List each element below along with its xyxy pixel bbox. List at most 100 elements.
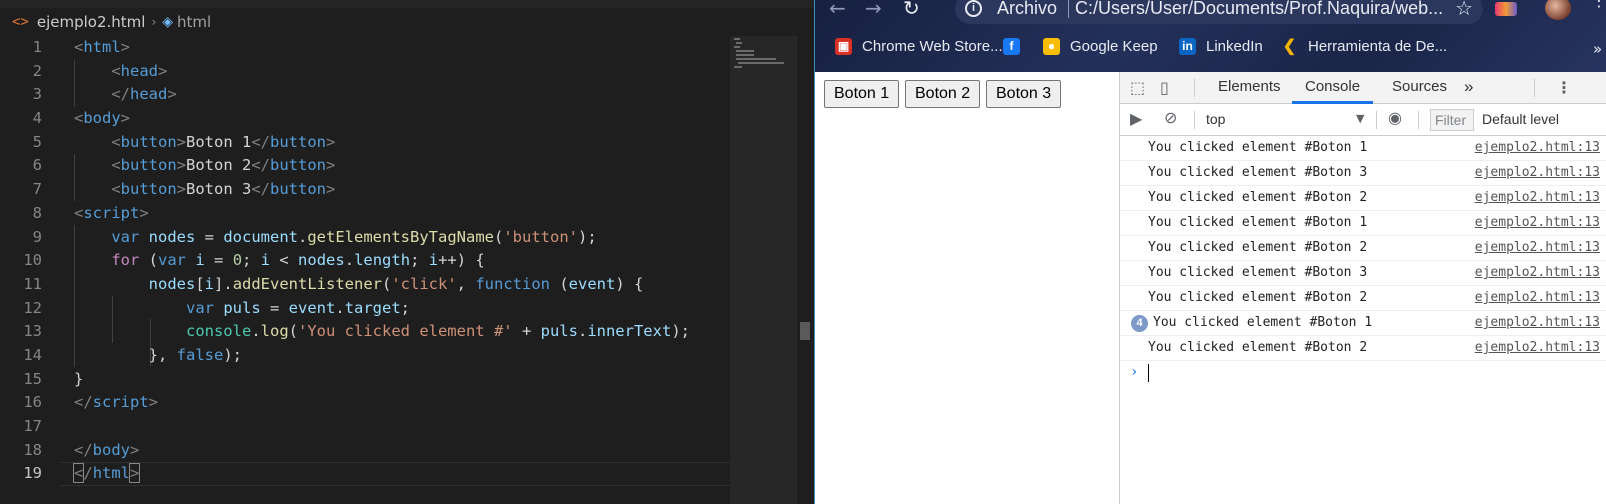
more-tabs-icon[interactable]: » (1464, 72, 1473, 104)
line-number: 8 (32, 203, 42, 222)
info-icon[interactable]: i (965, 0, 982, 17)
symbol-cube-icon: ◈ (162, 14, 174, 30)
divider (1418, 111, 1419, 129)
devtools-menu-icon[interactable]: ⋮ (1556, 78, 1572, 97)
line-number: 17 (23, 417, 42, 435)
reload-icon[interactable]: ↻ (903, 0, 920, 20)
message-text: You clicked element #Boton 3 (1148, 165, 1368, 180)
line-number: 6 (32, 156, 42, 175)
divider (1194, 79, 1195, 97)
editor-scrollbar[interactable] (796, 36, 814, 504)
forward-icon[interactable]: → (865, 0, 882, 20)
message-text: You clicked element #Boton 1 (1148, 140, 1368, 155)
page-viewport: Boton 1 Boton 2 Boton 3 (815, 72, 1119, 504)
message-text: You clicked element #Boton 2 (1148, 290, 1368, 305)
boton-3-button[interactable]: Boton 3 (986, 80, 1062, 108)
message-text: You clicked element #Boton 1 (1148, 215, 1368, 230)
kebab-menu-icon[interactable]: ⋮ (1591, 0, 1606, 9)
source-link[interactable]: ejemplo2.html:13 (1475, 165, 1600, 180)
bookmark-chrome-web-store[interactable]: ▣ Chrome Web Store... (835, 38, 1003, 55)
source-link[interactable]: ejemplo2.html:13 (1475, 140, 1600, 155)
code-line: 18 </body> (0, 439, 730, 463)
google-keep-icon: ● (1043, 38, 1060, 55)
console-message: You clicked element #Boton 3 ejemplo2.htm… (1120, 261, 1606, 286)
code-line: 12 var puls = event.target; (0, 297, 730, 321)
clear-console-icon[interactable]: ⊘ (1164, 108, 1177, 127)
code-editor[interactable]: <> ejemplo2.html › ◈ html 1 <html> 2 <hea… (0, 0, 814, 504)
code-line: 14 }, false); (0, 344, 730, 368)
source-link[interactable]: ejemplo2.html:13 (1475, 215, 1600, 230)
chrome-web-store-icon: ▣ (835, 38, 852, 55)
bookmark-google-keep[interactable]: ● Google Keep (1043, 38, 1158, 55)
minimap[interactable] (730, 36, 796, 504)
console-messages: You clicked element #Boton 1 ejemplo2.htm… (1120, 136, 1606, 361)
code-line: 7 <button>Boton 3</button> (0, 178, 730, 202)
chevron-right-icon: › (151, 15, 157, 29)
back-icon[interactable]: ← (829, 0, 846, 20)
source-link[interactable]: ejemplo2.html:13 (1475, 265, 1600, 280)
source-link[interactable]: ejemplo2.html:13 (1475, 340, 1600, 355)
line-number: 2 (32, 61, 42, 80)
tab-sources[interactable]: Sources (1392, 72, 1447, 104)
filter-input[interactable]: Filter (1430, 109, 1474, 131)
profile-avatar[interactable] (1545, 0, 1571, 20)
line-number: 19 (23, 464, 42, 483)
minimap-slider[interactable] (730, 36, 796, 504)
code-line: 2 <head> (0, 60, 730, 84)
console-message: You clicked element #Boton 1 ejemplo2.htm… (1120, 211, 1606, 236)
address-bar[interactable]: i Archivo C:/Users/User/Documents/Prof.N… (955, 0, 1483, 24)
site-info-chip[interactable]: Archivo (997, 0, 1057, 19)
html-file-icon: <> (12, 14, 29, 30)
more-bookmarks-icon[interactable]: » (1593, 40, 1602, 58)
boton-2-button[interactable]: Boton 2 (905, 80, 981, 108)
bookmark-label: Chrome Web Store... (862, 38, 1003, 55)
line-number: 7 (32, 180, 42, 199)
tab-elements[interactable]: Elements (1218, 72, 1281, 104)
breadcrumb-file[interactable]: ejemplo2.html (37, 13, 146, 31)
divider (1194, 111, 1195, 129)
code-line: 16 </script> (0, 391, 730, 415)
bookmark-facebook[interactable]: f (1003, 38, 1030, 55)
source-link[interactable]: ejemplo2.html:13 (1475, 240, 1600, 255)
code-line: 1 <html> (0, 36, 730, 60)
message-text: You clicked element #Boton 2 (1148, 190, 1368, 205)
tab-console[interactable]: Console (1292, 72, 1374, 104)
breadcrumb-symbol[interactable]: html (177, 13, 211, 31)
source-link[interactable]: ejemplo2.html:13 (1475, 315, 1600, 330)
scrollbar-thumb[interactable] (800, 322, 810, 340)
console-message: You clicked element #Boton 2 ejemplo2.htm… (1120, 186, 1606, 211)
current-line-highlight (60, 462, 730, 487)
code-area[interactable]: 1 <html> 2 <head> 3 </head> 4 <body> 5 <bu… (0, 36, 730, 504)
console-prompt-icon: › (1130, 364, 1139, 380)
line-number: 15 (23, 369, 42, 388)
bookmark-herramienta[interactable]: ❮ Herramienta de De... (1281, 38, 1447, 55)
line-number: 14 (23, 345, 42, 364)
divider (1376, 111, 1377, 129)
device-toolbar-icon[interactable]: ▯ (1160, 78, 1169, 97)
bookmarks-bar: ▣ Chrome Web Store... f ● Google Keep in… (815, 34, 1606, 62)
sidebar-toggle-icon[interactable]: ▶ (1130, 109, 1142, 128)
star-icon[interactable]: ☆ (1455, 0, 1473, 20)
message-text: You clicked element #Boton 2 (1148, 340, 1368, 355)
console-input[interactable] (1148, 364, 1149, 382)
bookmark-linkedin[interactable]: in LinkedIn (1179, 38, 1263, 55)
code-line: 3 </head> (0, 83, 730, 107)
log-level-selector[interactable]: Default level (1482, 111, 1559, 127)
url-text[interactable]: C:/Users/User/Documents/Prof.Naquira/web… (1075, 0, 1443, 19)
code-line: 9 var nodes = document.getElementsByTagN… (0, 226, 730, 250)
console-message: You clicked element #Boton 3 ejemplo2.htm… (1120, 161, 1606, 186)
devtools-tab-bar: ⬚ ▯ Elements Console Sources » ⋮ (1120, 72, 1606, 104)
boton-1-button[interactable]: Boton 1 (824, 80, 900, 108)
inspect-element-icon[interactable]: ⬚ (1130, 78, 1145, 97)
extension-icon[interactable] (1495, 2, 1517, 16)
source-link[interactable]: ejemplo2.html:13 (1475, 190, 1600, 205)
console-message: You clicked element #Boton 1 ejemplo2.htm… (1120, 136, 1606, 161)
context-selector[interactable]: top (1206, 111, 1366, 127)
source-link[interactable]: ejemplo2.html:13 (1475, 290, 1600, 305)
devtools-bookmark-icon: ❮ (1282, 38, 1297, 55)
code-line: 17 (0, 415, 730, 439)
minimap-line (734, 66, 742, 68)
console-message: You clicked element #Boton 2 ejemplo2.htm… (1120, 286, 1606, 311)
eye-icon[interactable]: ◉ (1388, 108, 1402, 127)
code-line: 11 nodes[i].addEventListener('click', fu… (0, 273, 730, 297)
